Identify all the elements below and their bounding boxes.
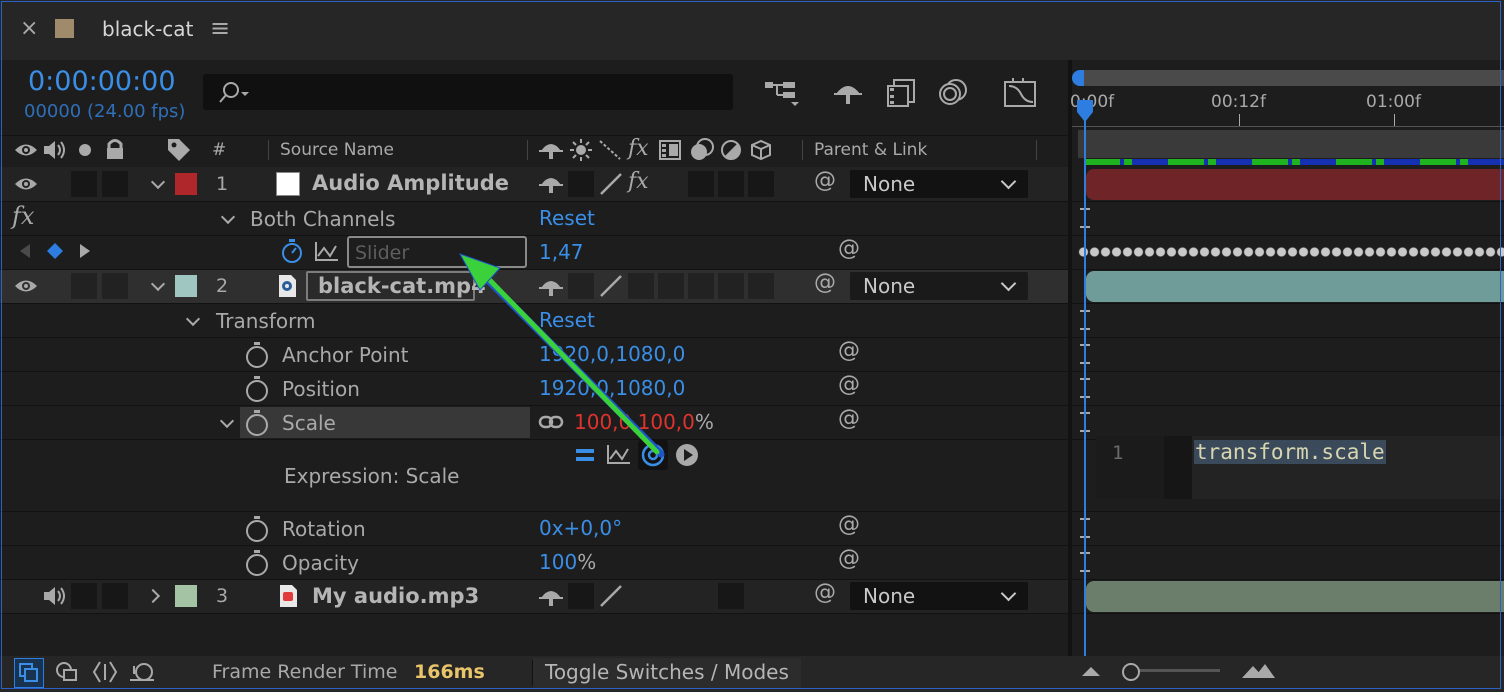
annotation-arrow xyxy=(458,253,665,458)
